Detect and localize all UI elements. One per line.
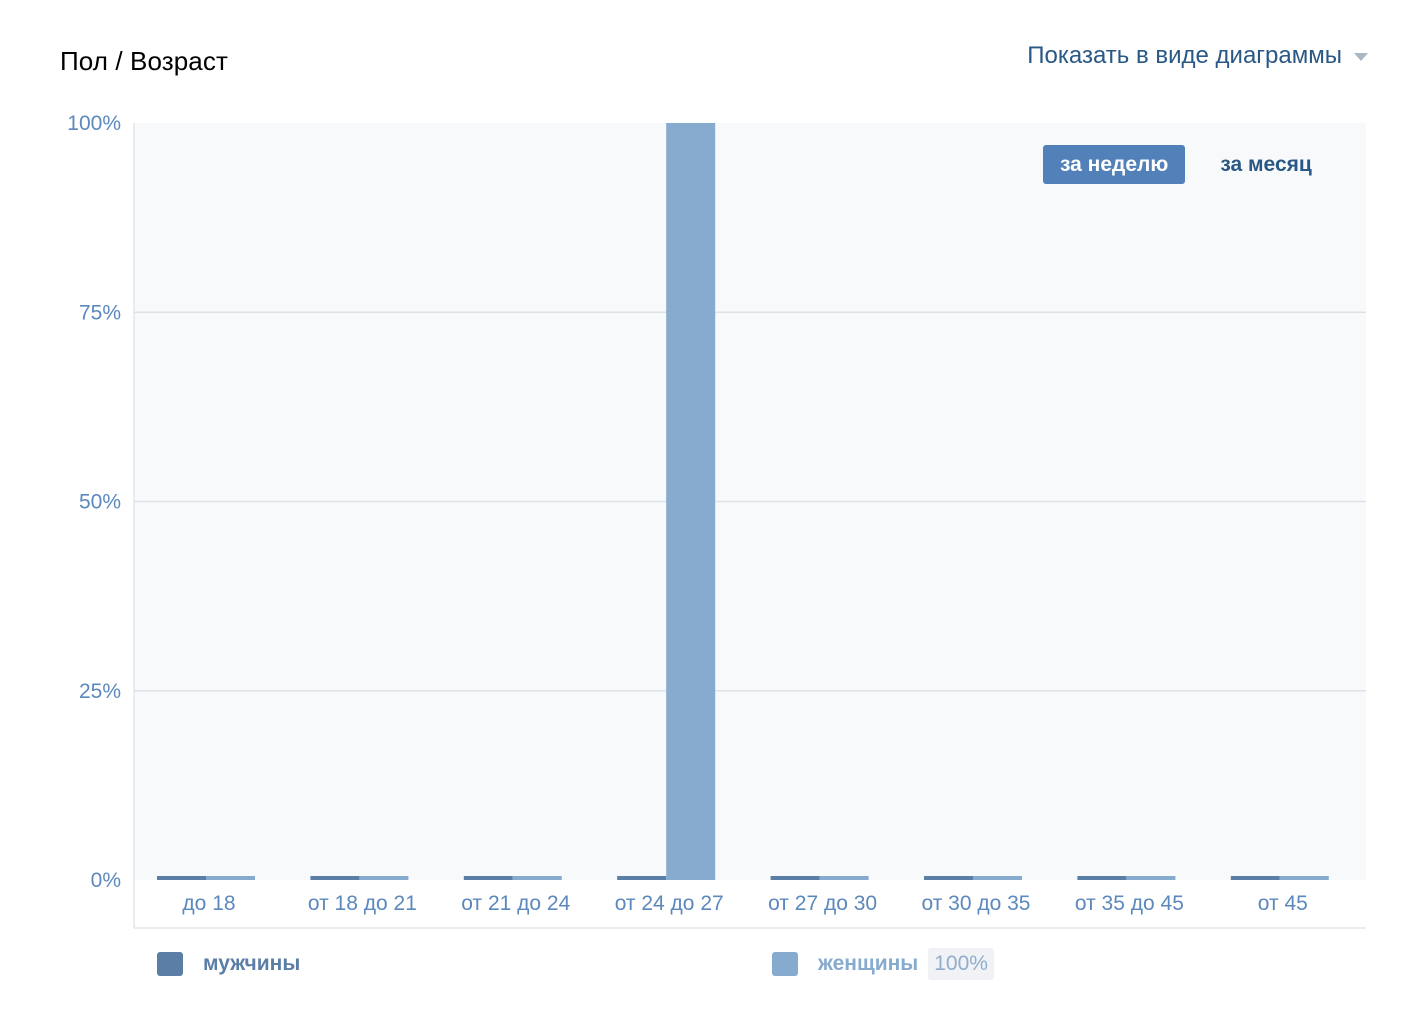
week-button[interactable]: за неделю [1043,145,1186,184]
bar-women [512,876,562,880]
x-tick-label: от 35 до 45 [1075,892,1184,915]
y-tick-label: 100% [67,112,121,135]
y-tick-label: 75% [79,301,121,324]
bar-women [973,876,1022,880]
x-tick-label: до 18 [182,892,235,915]
x-tick-label: от 27 до 30 [768,892,877,915]
bar-men [1077,876,1127,880]
bar-men [310,876,360,880]
x-tick-label: от 45 [1258,892,1308,915]
bar-women [359,876,409,880]
period-switch: за неделю за месяц [1043,145,1329,184]
chart-legend: мужчины женщины 100% [157,945,1257,985]
y-tick-label: 50% [79,491,121,514]
legend-swatch-women [772,952,798,976]
x-tick-label: от 24 до 27 [615,892,724,915]
bar-women [1279,876,1329,880]
x-tick-label: от 18 до 21 [308,892,417,915]
bar-women [206,876,255,880]
bar-women [1126,876,1176,880]
bar-men [1230,876,1280,880]
legend-item-women[interactable]: женщины 100% [772,945,994,983]
bar-men [157,876,206,880]
age-gender-widget: Пол / Возраст Показать в виде диаграммы … [0,0,1426,1024]
y-tick-label: 0% [91,869,121,892]
x-tick-label: от 30 до 35 [922,892,1031,915]
bar-men [924,876,973,880]
y-tick-label: 25% [79,680,121,703]
bar-men [770,876,820,880]
x-tick-label: от 21 до 24 [461,892,570,915]
legend-swatch-men [157,952,183,976]
bar-women [666,123,716,880]
legend-label-men: мужчины [203,952,301,975]
bar-men [617,876,667,880]
legend-value-women: 100% [928,948,994,980]
bar-women [819,876,869,880]
legend-label-women: женщины [818,952,919,975]
legend-item-men[interactable]: мужчины [157,945,300,983]
month-button[interactable]: за месяц [1203,145,1328,184]
bar-men [463,876,513,880]
